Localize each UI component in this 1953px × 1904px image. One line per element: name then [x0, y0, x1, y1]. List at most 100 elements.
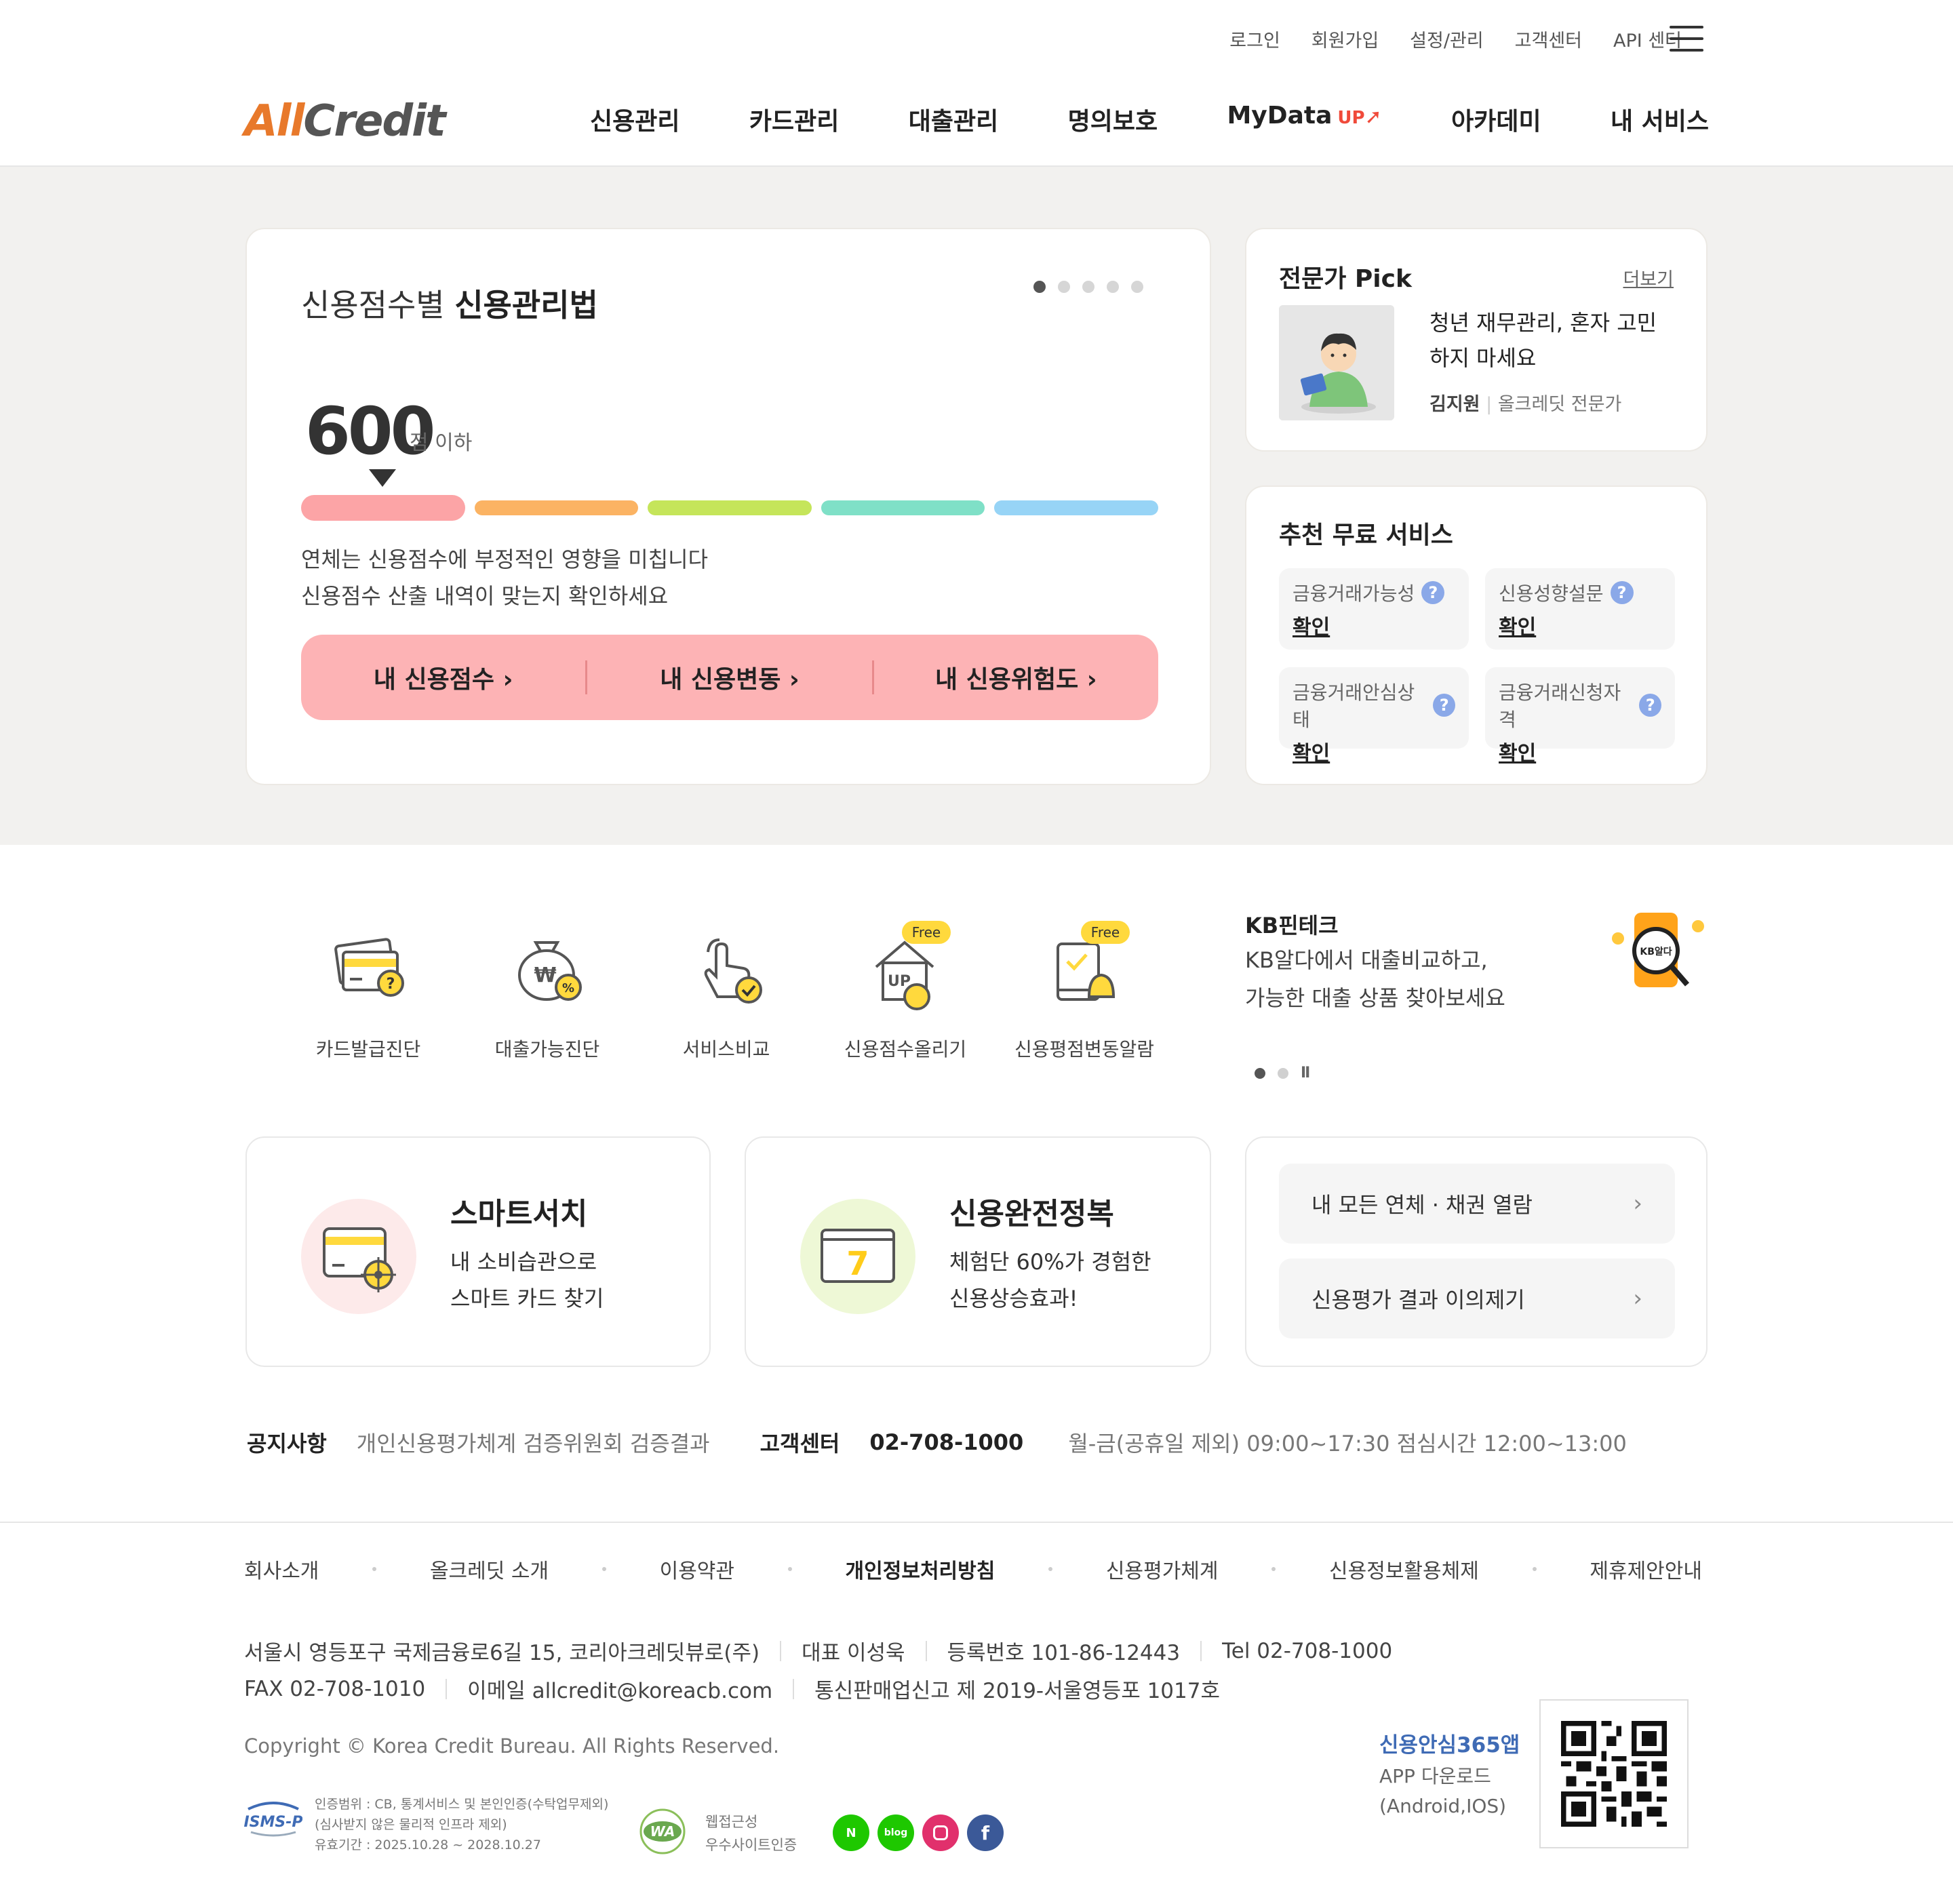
notice-link[interactable]: 개인신용평가체계 검증위원회 검증결과 [357, 1427, 710, 1458]
sns-links: N blog f [833, 1814, 1004, 1851]
cs-label: 고객센터 [760, 1431, 840, 1456]
range-bar[interactable] [821, 500, 985, 515]
nav-credit-management[interactable]: 신용관리 [590, 102, 679, 137]
slide-dot[interactable] [1058, 281, 1070, 293]
help-icon[interactable]: ? [1433, 694, 1455, 717]
help-icon[interactable]: ? [1421, 581, 1445, 604]
credit-mastery-title: 신용완전정복 [949, 1197, 1114, 1231]
smart-search-title: 스마트서치 [450, 1197, 588, 1231]
my-credit-score-button[interactable]: 내 신용점수 › [301, 660, 585, 695]
nav-my-service[interactable]: 내 서비스 [1611, 102, 1709, 137]
smart-search-description: 내 소비습관으로 스마트 카드 찾기 [450, 1249, 604, 1311]
more-link[interactable]: 더보기 [1623, 264, 1674, 291]
card-issue-diagnosis[interactable]: ? 카드발급진단 [290, 922, 446, 1062]
help-icon[interactable]: ? [1610, 581, 1634, 604]
settings-link[interactable]: 설정/관리 [1410, 26, 1483, 52]
credit-guide-title: 신용점수별 신용관리법 [301, 287, 598, 323]
service-credit-survey[interactable]: 신용성향설문? 확인 [1485, 568, 1675, 650]
up-arrow-icon: ➚ [1364, 105, 1382, 129]
svg-text:%: % [562, 981, 574, 995]
naver-icon[interactable]: N [833, 1814, 869, 1851]
card-question-icon: ? [334, 938, 404, 997]
score-unit: 점 이하 [410, 431, 473, 455]
credit-dispute-link[interactable]: 신용평가 결과 이의제기 › [1279, 1258, 1675, 1338]
chevron-right-icon: › [1633, 1285, 1642, 1312]
free-services-title: 추천 무료 서비스 [1279, 521, 1453, 549]
nav-mydata[interactable]: MyData UP➚ [1227, 102, 1381, 137]
credit-mastery-description: 체험단 60%가 경험한 신용상승효과! [949, 1249, 1151, 1311]
slide-dot[interactable] [1033, 281, 1046, 293]
kb-fintech-description[interactable]: KB알다에서 대출비교하고, 가능한 대출 상품 찾아보세요 [1245, 941, 1505, 1017]
expert-pick-card[interactable]: 전문가 Pick 더보기 청년 재무관리, 혼자 고민 하지 마세요 김지원 |… [1245, 228, 1708, 452]
customer-center-link[interactable]: 고객센터 [1515, 26, 1582, 52]
footer-company-link[interactable]: 회사소개 [244, 1554, 319, 1584]
range-bar[interactable] [994, 500, 1158, 515]
footer-terms-link[interactable]: 이용약관 [660, 1554, 734, 1584]
range-bar[interactable] [648, 500, 812, 515]
score-pointer-icon [369, 469, 396, 487]
nav-card-management[interactable]: 카드관리 [749, 102, 839, 137]
facebook-icon[interactable]: f [967, 1814, 1004, 1851]
service-comparison[interactable]: 서비스비교 [648, 922, 804, 1062]
smart-search-card[interactable]: 스마트서치 내 소비습관으로 스마트 카드 찾기 [245, 1136, 711, 1367]
slide-dot[interactable] [1278, 1067, 1288, 1079]
my-credit-risk-button[interactable]: 내 신용위험도 › [874, 660, 1158, 695]
loan-possibility-diagnosis[interactable]: ₩ % 대출가능진단 [469, 922, 625, 1062]
login-link[interactable]: 로그인 [1229, 26, 1280, 52]
range-bar[interactable] [474, 500, 639, 515]
my-credit-change-button[interactable]: 내 신용변동 › [587, 660, 871, 695]
isms-p-logo: ISMS-P [243, 1800, 303, 1839]
credit-mastery-card[interactable]: 7 신용완전정복 체험단 60%가 경험한 신용상승효과! [745, 1136, 1211, 1367]
copyright: Copyright © Korea Credit Bureau. All Rig… [244, 1734, 780, 1758]
kb-fintech-title: KB핀테크 [1245, 913, 1339, 938]
range-bar[interactable] [301, 495, 465, 521]
svg-text:Free: Free [1091, 924, 1120, 940]
score-range-bars [301, 495, 1158, 521]
svg-text:WA: WA [650, 1823, 675, 1840]
expert-article-title[interactable]: 청년 재무관리, 혼자 고민 하지 마세요 [1429, 305, 1657, 376]
expert-author: 김지원 | 올크레딧 전문가 [1429, 394, 1622, 415]
slide-dot[interactable] [1082, 281, 1094, 293]
slide-dot[interactable] [1107, 281, 1119, 293]
cs-phone: 02-708-1000 [869, 1429, 1024, 1455]
main-nav: 신용관리 카드관리 대출관리 명의보호 MyData UP➚ 아카데미 내 서비스 [590, 102, 1709, 137]
credit-guide-card: 신용점수별 신용관리법 600 점 이하 연체는 신용점수에 부정적인 영향을 … [245, 228, 1211, 785]
calendar-seven-icon: 7 [800, 1199, 915, 1314]
app-qr-code [1539, 1699, 1689, 1848]
expert-person-icon [1279, 305, 1394, 420]
service-financial-safety[interactable]: 금융거래안심상태? 확인 [1279, 667, 1469, 766]
slide-dot[interactable] [1131, 281, 1143, 293]
slide-dot[interactable] [1255, 1067, 1265, 1079]
svg-text:ISMS-P: ISMS-P [244, 1814, 302, 1831]
card-search-icon [301, 1199, 416, 1314]
footer-info-usage-link[interactable]: 신용정보활용체제 [1329, 1554, 1479, 1584]
service-financial-possibility[interactable]: 금융거래가능성? 확인 [1279, 568, 1469, 650]
blog-icon[interactable]: blog [877, 1814, 914, 1851]
footer-company-info: 서울시 영등포구 국제금융로6길 15, 코리아크레딧뷰로(주) 대표 이성욱 … [244, 1638, 1393, 1666]
help-icon[interactable]: ? [1639, 694, 1661, 717]
svg-text:KB알다: KB알다 [1640, 947, 1672, 957]
footer-divider [0, 1522, 1953, 1523]
footer-privacy-link[interactable]: 개인정보처리방침 [846, 1554, 995, 1584]
mydata-up-badge: UP [1337, 108, 1365, 128]
hamburger-menu-icon[interactable] [1670, 26, 1703, 52]
nav-loan-management[interactable]: 대출관리 [909, 102, 998, 137]
chevron-right-icon: › [1633, 1190, 1642, 1217]
service-financial-eligibility[interactable]: 금융거래신청자격? 확인 [1485, 667, 1675, 766]
allcredit-logo[interactable]: AllCredit [244, 96, 446, 146]
credit-action-bar: 내 신용점수 › 내 신용변동 › 내 신용위험도 › [301, 635, 1158, 720]
view-delinquency-link[interactable]: 내 모든 연체 · 채권 열람 › [1279, 1164, 1675, 1244]
footer-rating-system-link[interactable]: 신용평가체계 [1106, 1554, 1219, 1584]
quick-links-card: 내 모든 연체 · 채권 열람 › 신용평가 결과 이의제기 › [1245, 1136, 1708, 1367]
instagram-icon[interactable] [922, 1814, 959, 1851]
nav-identity-protection[interactable]: 명의보호 [1068, 102, 1158, 137]
credit-change-alarm[interactable]: Free 신용평점변동알람 [1006, 921, 1162, 1062]
pause-icon[interactable]: II [1301, 1065, 1310, 1082]
app-title: 신용안심365앱 [1379, 1733, 1520, 1758]
footer-partnership-link[interactable]: 제휴제안안내 [1590, 1554, 1702, 1584]
raise-credit-score[interactable]: UP Free 신용점수올리기 [827, 921, 983, 1062]
nav-academy[interactable]: 아카데미 [1451, 102, 1541, 137]
footer-about-link[interactable]: 올크레딧 소개 [430, 1554, 549, 1584]
money-bag-icon: ₩ % [518, 941, 582, 1001]
signup-link[interactable]: 회원가입 [1311, 26, 1379, 52]
